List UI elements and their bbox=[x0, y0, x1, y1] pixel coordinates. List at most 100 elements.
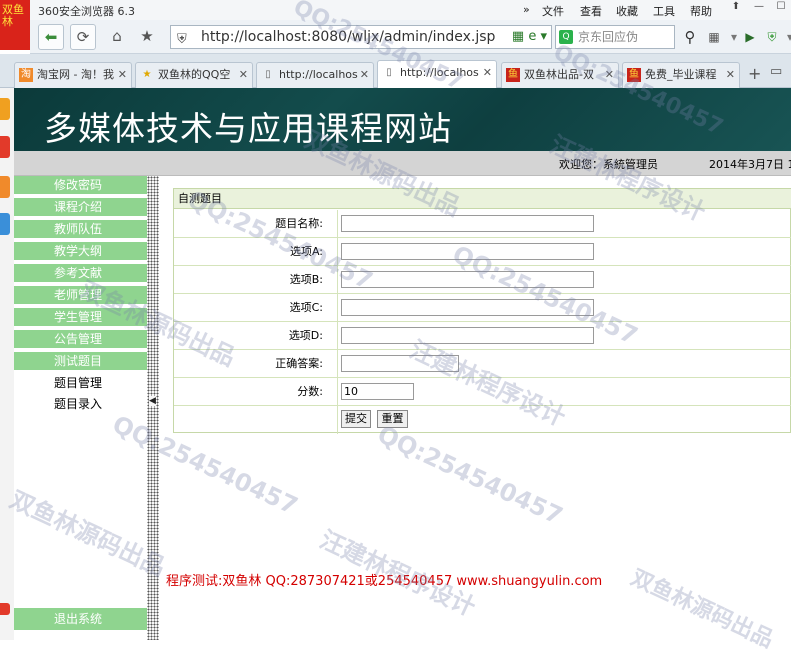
footer-note: 程序测试:双鱼林 QQ:287307421或254540457 www.shua… bbox=[166, 574, 603, 589]
site-banner: 多媒体技术与应用课程网站 bbox=[14, 88, 791, 151]
option-b-input[interactable] bbox=[341, 271, 594, 288]
maximize-icon[interactable]: ☐ bbox=[770, 1, 791, 17]
date-text: 2014年3月7日 16 bbox=[709, 158, 791, 171]
welcome-text: 欢迎您：系統管理员 bbox=[559, 158, 658, 171]
sidebar-app-icon[interactable] bbox=[0, 98, 10, 120]
shield-icon[interactable]: ⛨ bbox=[764, 29, 780, 45]
close-icon[interactable]: ✕ bbox=[605, 63, 614, 87]
search-icon[interactable]: ⚲ bbox=[678, 25, 702, 49]
more-dropdown-icon[interactable]: ▾ bbox=[782, 29, 791, 45]
field-label: 正确答案: bbox=[174, 350, 338, 378]
star-icon: ★ bbox=[142, 69, 152, 80]
question-form: 自测题目 题目名称: 选项A: 选项B: 选项C: 选项D: 正确答案: 分数: bbox=[173, 188, 791, 434]
home-icon[interactable]: ⌂ bbox=[104, 24, 130, 50]
site-icon: 鱼 bbox=[627, 68, 641, 82]
grid-icon[interactable]: ▦ bbox=[706, 29, 722, 45]
tab-label: 双鱼林的QQ空 bbox=[158, 68, 231, 81]
tab-localhost-active[interactable]: ▯ http://localhos ✕ bbox=[377, 60, 497, 89]
nav-student-manage[interactable]: 学生管理 bbox=[14, 308, 147, 328]
reset-button[interactable]: 重置 bbox=[377, 410, 408, 428]
field-label: 选项B: bbox=[174, 266, 338, 294]
address-text: http://localhost:8080/wljx/admin/index.j… bbox=[201, 29, 496, 45]
tab-qq-space[interactable]: ★ 双鱼林的QQ空 ✕ bbox=[135, 62, 253, 88]
form-row: 选项C: bbox=[174, 294, 791, 322]
field-label: 题目名称: bbox=[174, 210, 338, 238]
menu-help[interactable]: 帮助 bbox=[690, 3, 712, 19]
new-tab-icon[interactable]: + bbox=[748, 64, 761, 83]
taobao-icon: 淘 bbox=[19, 68, 33, 82]
browser-logo-text: 双鱼林 bbox=[2, 3, 24, 28]
menu-more[interactable]: » bbox=[523, 3, 530, 16]
site-icon: 鱼 bbox=[506, 68, 520, 82]
menu-tools[interactable]: 工具 bbox=[653, 3, 675, 19]
nav-syllabus[interactable]: 教学大纲 bbox=[14, 242, 147, 262]
dropdown-icon[interactable]: ▾ bbox=[726, 29, 742, 45]
form-row: 选项B: bbox=[174, 266, 791, 294]
submit-button[interactable]: 提交 bbox=[341, 410, 371, 428]
frame-splitter[interactable]: ◀ bbox=[147, 176, 159, 640]
nav-logout[interactable]: 退出系统 bbox=[14, 608, 147, 630]
compat-mode-icon[interactable]: ▦ e ▾ bbox=[512, 26, 547, 48]
tab-label: http://localhos bbox=[279, 68, 358, 81]
form-actions: 提交 重置 bbox=[174, 406, 791, 434]
skin-icon[interactable]: ⬆ bbox=[725, 1, 747, 17]
nav-question-entry[interactable]: 题目录入 bbox=[54, 395, 102, 412]
tab-localhost-1[interactable]: ▯ http://localhos ✕ bbox=[256, 62, 374, 88]
favorite-star-icon[interactable]: ★ bbox=[134, 24, 160, 50]
form-row: 题目名称: bbox=[174, 210, 791, 238]
tab-taobao[interactable]: 淘 淘宝网 - 淘！我 ✕ bbox=[14, 62, 132, 88]
site-title: 多媒体技术与应用课程网站 bbox=[44, 109, 452, 148]
close-icon[interactable]: ✕ bbox=[239, 63, 248, 87]
security-shield-icon: ⛨ bbox=[177, 32, 187, 47]
form-heading: 自测题目 bbox=[174, 189, 791, 209]
option-d-input[interactable] bbox=[341, 327, 594, 344]
nav-test-questions[interactable]: 测试题目 bbox=[14, 352, 147, 372]
tab-shuangyulin[interactable]: 鱼 双鱼林出品-双 ✕ bbox=[501, 62, 619, 88]
nav-question-manage[interactable]: 题目管理 bbox=[54, 374, 102, 391]
correct-answer-input[interactable] bbox=[341, 355, 459, 372]
sidebar-notification-icon[interactable] bbox=[0, 603, 10, 615]
back-icon[interactable]: ⬅ bbox=[38, 24, 64, 50]
address-bar[interactable]: ⛨ http://localhost:8080/wljx/admin/index… bbox=[170, 25, 552, 49]
browser-logo: 双鱼林 bbox=[0, 0, 30, 50]
user-info-bar: 欢迎您：系統管理员 2014年3月7日 16 bbox=[14, 151, 791, 176]
menu-file[interactable]: 文件 bbox=[542, 3, 564, 19]
tab-list-icon[interactable]: ▭ bbox=[770, 64, 782, 79]
nav-course-intro[interactable]: 课程介绍 bbox=[14, 198, 147, 218]
sidebar-app-icon[interactable] bbox=[0, 176, 10, 198]
media-icon[interactable]: ▶ bbox=[742, 29, 758, 45]
nav-teachers[interactable]: 教师队伍 bbox=[14, 220, 147, 240]
tab-bar: 淘 淘宝网 - 淘！我 ✕ ★ 双鱼林的QQ空 ✕ ▯ http://local… bbox=[0, 54, 791, 89]
close-icon[interactable]: ✕ bbox=[483, 61, 492, 85]
menu-view[interactable]: 查看 bbox=[580, 3, 602, 19]
option-a-input[interactable] bbox=[341, 243, 594, 260]
nav-notice-manage[interactable]: 公告管理 bbox=[14, 330, 147, 350]
form-row: 正确答案: bbox=[174, 350, 791, 378]
navigation-bar: ⬅ ⟳ ⌂ ★ ⛨ http://localhost:8080/wljx/adm… bbox=[30, 20, 791, 54]
tab-free-course[interactable]: 鱼 免费_毕业课程 ✕ bbox=[622, 62, 740, 88]
nav-teacher-manage[interactable]: 老师管理 bbox=[14, 286, 147, 306]
close-icon[interactable]: ✕ bbox=[360, 63, 369, 87]
menu-favorites[interactable]: 收藏 bbox=[616, 3, 638, 19]
minimize-icon[interactable]: — bbox=[748, 1, 770, 17]
form-row: 分数: bbox=[174, 378, 791, 406]
tab-label: 免费_毕业课程 bbox=[645, 68, 717, 81]
search-input[interactable]: Q 京东回应伪 bbox=[555, 25, 675, 49]
option-c-input[interactable] bbox=[341, 299, 594, 316]
collapse-arrow-icon[interactable]: ◀ bbox=[149, 396, 156, 406]
refresh-icon[interactable]: ⟳ bbox=[70, 24, 96, 50]
question-title-input[interactable] bbox=[341, 215, 594, 232]
admin-sidebar: 修改密码 课程介绍 教师队伍 教学大纲 参考文献 老师管理 学生管理 公告管理 … bbox=[14, 176, 147, 640]
sidebar-app-icon[interactable] bbox=[0, 136, 10, 158]
close-icon[interactable]: ✕ bbox=[118, 63, 127, 87]
field-label: 选项D: bbox=[174, 322, 338, 350]
field-label-empty bbox=[174, 406, 338, 434]
nav-change-password[interactable]: 修改密码 bbox=[14, 176, 147, 196]
nav-references[interactable]: 参考文献 bbox=[14, 264, 147, 284]
form-row: 选项D: bbox=[174, 322, 791, 350]
browser-sidebar bbox=[0, 88, 14, 640]
close-icon[interactable]: ✕ bbox=[726, 63, 735, 87]
score-input[interactable] bbox=[341, 383, 414, 400]
sidebar-app-icon[interactable] bbox=[0, 213, 10, 235]
search-engine-icon[interactable]: Q bbox=[559, 30, 573, 44]
